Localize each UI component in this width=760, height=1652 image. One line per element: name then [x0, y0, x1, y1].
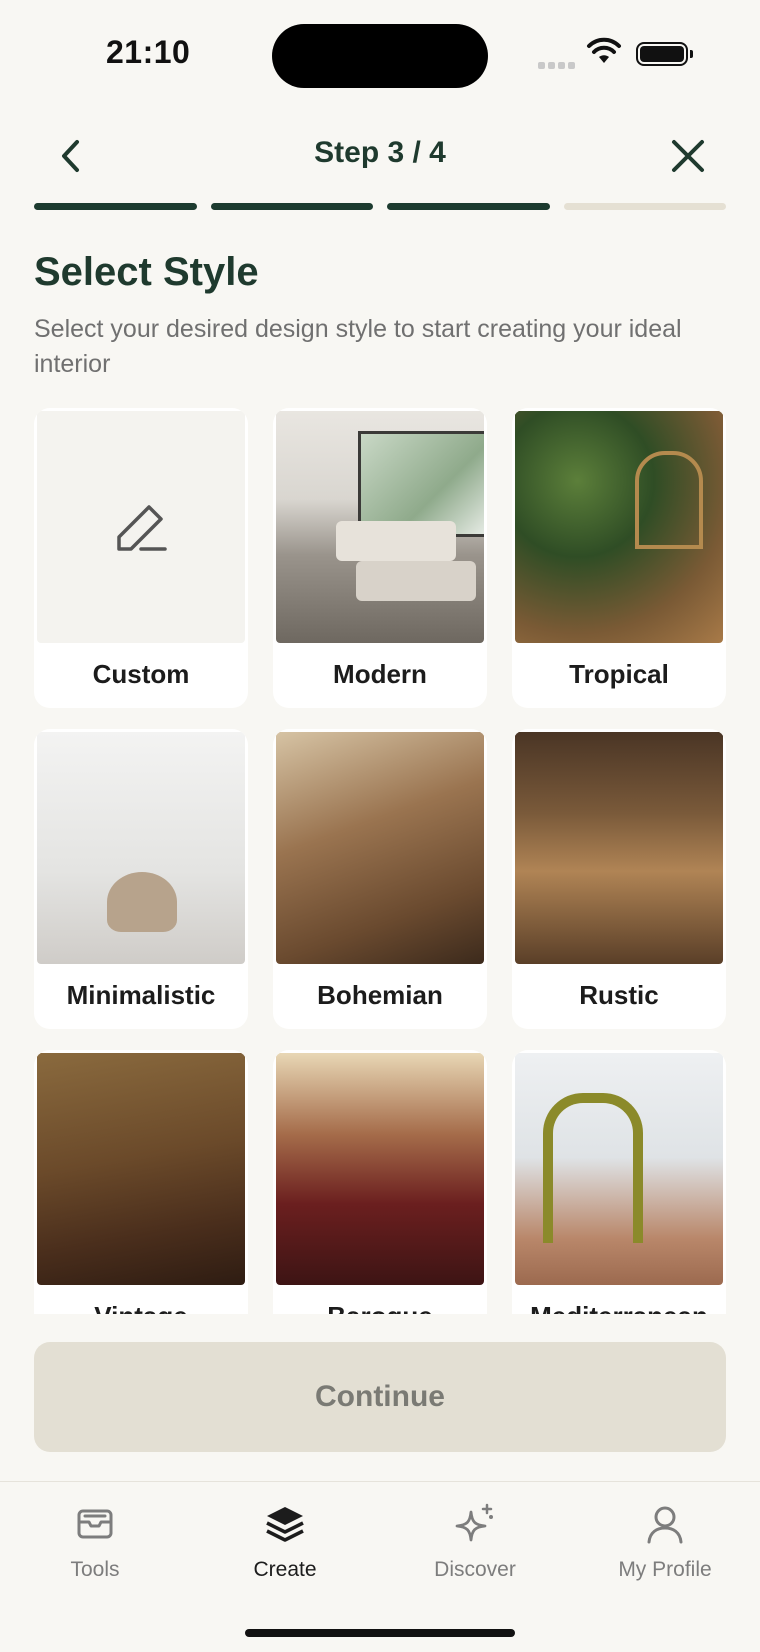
style-label: Mediterranean: [515, 1285, 723, 1314]
tab-my-profile[interactable]: My Profile: [570, 1500, 760, 1582]
tab-label: Discover: [434, 1558, 516, 1581]
tools-icon: [77, 1509, 113, 1539]
style-card-custom[interactable]: Custom: [34, 408, 248, 708]
style-label: Baroque: [276, 1285, 484, 1314]
style-label: Rustic: [579, 980, 659, 1010]
page-title: Select Style: [34, 250, 259, 294]
tab-tools[interactable]: Tools: [0, 1500, 190, 1582]
progress-segment-1: [34, 203, 197, 210]
close-button[interactable]: [666, 134, 710, 178]
status-bar: 21:10: [0, 0, 760, 110]
style-grid[interactable]: Custom Modern Tropical Minimalistic Bohe…: [34, 408, 726, 1314]
home-indicator: [245, 1629, 515, 1637]
style-label: Modern: [333, 659, 427, 689]
progress-segment-3: [387, 203, 550, 210]
battery-icon: [636, 42, 693, 66]
baroque-image: [276, 1053, 484, 1285]
tab-discover[interactable]: Discover: [380, 1500, 570, 1582]
layers-icon: [266, 1507, 304, 1542]
step-indicator: Step 3 / 4: [314, 136, 446, 169]
progress-segment-2: [210, 203, 373, 210]
style-card-baroque[interactable]: Baroque: [273, 1050, 487, 1314]
tropical-image: [515, 411, 723, 643]
status-time: 21:10: [106, 34, 191, 70]
modern-image: [276, 411, 484, 643]
style-card-modern[interactable]: Modern: [273, 408, 487, 708]
tab-label: My Profile: [618, 1558, 712, 1581]
vintage-image: [37, 1053, 245, 1285]
tab-label: Tools: [70, 1558, 120, 1581]
style-card-tropical[interactable]: Tropical: [512, 408, 726, 708]
progress-segment-4: [563, 203, 726, 210]
user-icon: [647, 1506, 683, 1544]
style-label: Vintage: [37, 1285, 245, 1314]
wifi-icon: [587, 37, 621, 63]
pencil-icon: [117, 505, 167, 551]
style-card-minimalistic[interactable]: Minimalistic: [34, 729, 248, 1029]
dynamic-island: [272, 24, 488, 88]
top-nav: Step 3 / 4: [0, 120, 760, 190]
close-icon: [672, 140, 704, 172]
rustic-image: [515, 732, 723, 964]
step-progress: [34, 203, 726, 211]
style-card-mediterranean[interactable]: Mediterranean: [512, 1050, 726, 1314]
tab-label: Create: [253, 1558, 317, 1581]
style-label: Tropical: [569, 659, 669, 689]
style-label: Bohemian: [317, 980, 443, 1010]
style-card-rustic[interactable]: Rustic: [512, 729, 726, 1029]
tab-bar: Tools Create Discover My Profile: [0, 1481, 760, 1652]
style-card-bohemian[interactable]: Bohemian: [273, 729, 487, 1029]
signal-icon: [538, 56, 578, 69]
sparkles-icon: [455, 1503, 493, 1542]
tab-create[interactable]: Create: [190, 1500, 380, 1582]
style-label: Custom: [92, 659, 190, 689]
style-label: Minimalistic: [66, 980, 216, 1010]
style-card-vintage[interactable]: Vintage: [34, 1050, 248, 1314]
continue-button[interactable]: Continue: [34, 1342, 726, 1452]
page-subtitle: Select your desired design style to star…: [34, 315, 682, 378]
bohemian-image: [276, 732, 484, 964]
custom-thumbnail: [37, 411, 245, 643]
minimalistic-image: [37, 732, 245, 964]
mediterranean-image: [515, 1053, 723, 1285]
